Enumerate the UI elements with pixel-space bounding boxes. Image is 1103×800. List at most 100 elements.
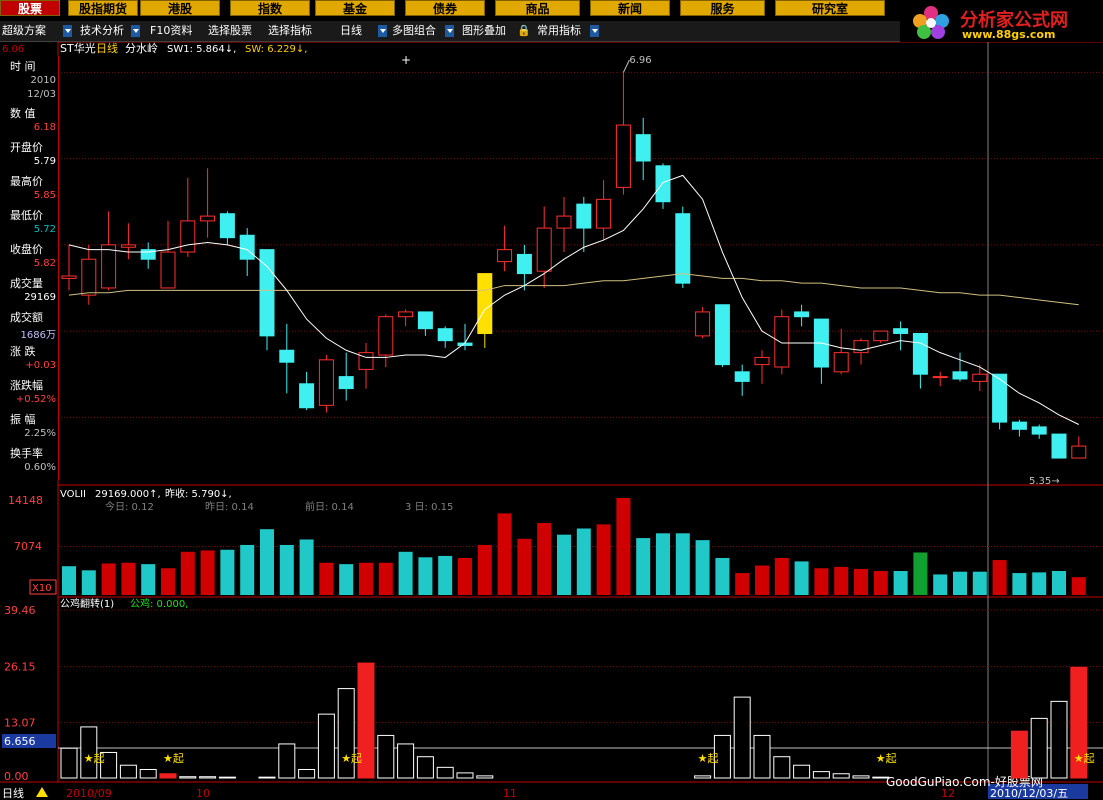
volume-bar[interactable]: [81, 570, 96, 595]
kline-chart-canvas[interactable]: 6.06 ST华光 日线 分水岭 SW1: 5.864↓, SW: 6.229↓,+ 6.9…: [0, 0, 1103, 800]
volume-bar[interactable]: [141, 564, 156, 595]
volume-bar[interactable]: [497, 513, 512, 595]
candle-body[interactable]: [1071, 445, 1087, 459]
candle-body[interactable]: [180, 220, 196, 253]
volume-bar[interactable]: [695, 540, 710, 595]
candle-body[interactable]: [81, 258, 97, 296]
volume-bar[interactable]: [299, 539, 314, 595]
indicator-bar[interactable]: [456, 772, 474, 779]
toolbar-common-indicators[interactable]: 常用指标: [537, 21, 581, 41]
candle-body[interactable]: [932, 376, 948, 379]
candle-body[interactable]: [437, 328, 453, 342]
volume-bar[interactable]: [557, 534, 571, 595]
indicator-bar[interactable]: [317, 713, 335, 779]
volume-bar[interactable]: [715, 557, 730, 595]
volume-bar[interactable]: [537, 523, 552, 595]
volume-bar[interactable]: [319, 562, 334, 595]
candle-body[interactable]: [774, 316, 790, 368]
indicator-bar[interactable]: [1030, 717, 1048, 779]
toolbar-tech-analysis[interactable]: 技术分析: [80, 21, 124, 41]
volume-bar[interactable]: [220, 549, 235, 595]
volume-bar[interactable]: [893, 571, 908, 595]
volume-bar[interactable]: [359, 562, 373, 595]
candle-body[interactable]: [101, 244, 117, 289]
volume-bar[interactable]: [972, 571, 987, 595]
dropdown-arrow-icon[interactable]: [590, 25, 599, 37]
candle-body[interactable]: [833, 352, 849, 373]
volume-bar[interactable]: [339, 564, 354, 595]
candle-body[interactable]: [695, 311, 711, 337]
volume-bar[interactable]: [418, 557, 433, 595]
volume-bar[interactable]: [755, 565, 769, 595]
volume-bar[interactable]: [814, 568, 829, 595]
candle-body[interactable]: [239, 234, 255, 260]
candle-body[interactable]: [912, 332, 928, 375]
top-tab-6[interactable]: 商品: [495, 0, 580, 16]
indicator-bar[interactable]: [812, 771, 830, 779]
volume-bar[interactable]: [62, 566, 76, 595]
indicator-bar[interactable]: [733, 696, 751, 779]
indicator-bar[interactable]: [1010, 730, 1028, 779]
top-tab-5[interactable]: 债券: [405, 0, 485, 16]
indicator-bar[interactable]: [298, 768, 316, 779]
indicator-bar[interactable]: [436, 766, 454, 779]
volume-bar[interactable]: [1052, 571, 1066, 595]
indicator-bar[interactable]: [218, 776, 236, 779]
volume-bar[interactable]: [121, 562, 136, 595]
indicator-bar[interactable]: [278, 743, 296, 779]
volume-bar[interactable]: [794, 561, 809, 595]
candle-body[interactable]: [596, 198, 612, 229]
volume-bar[interactable]: [735, 573, 750, 595]
dropdown-arrow-icon[interactable]: [445, 25, 454, 37]
volume-bar[interactable]: [1012, 573, 1027, 595]
indicator-bar[interactable]: [199, 776, 217, 779]
volume-bar[interactable]: [161, 568, 175, 595]
candle-body[interactable]: [655, 165, 671, 203]
volume-bar[interactable]: [933, 574, 948, 595]
indicator-bar[interactable]: [416, 756, 434, 779]
candle-body[interactable]: [61, 275, 77, 279]
indicator-bar[interactable]: [377, 734, 395, 779]
candle-body[interactable]: [556, 215, 572, 229]
volume-bar[interactable]: [616, 498, 631, 595]
volume-bar[interactable]: [200, 550, 215, 595]
toolbar-select-stock[interactable]: 选择股票: [208, 21, 252, 41]
volume-bar[interactable]: [279, 544, 294, 595]
candle-body[interactable]: [576, 203, 592, 229]
volume-bar[interactable]: [596, 524, 611, 595]
candle-body[interactable]: [299, 383, 315, 409]
toolbar-f10[interactable]: F10资料: [150, 21, 192, 41]
candle-body[interactable]: [497, 249, 513, 263]
volume-bar[interactable]: [101, 563, 116, 595]
indicator-bar[interactable]: [159, 773, 177, 779]
candle-body[interactable]: [120, 244, 136, 248]
candle-body[interactable]: [1011, 421, 1027, 430]
candle-body[interactable]: [318, 359, 334, 406]
dropdown-arrow-icon[interactable]: [378, 25, 387, 37]
top-tab-7[interactable]: 新闻: [590, 0, 670, 16]
toolbar-period[interactable]: 日线: [340, 21, 362, 41]
candle-body[interactable]: [1031, 426, 1047, 435]
indicator-bar[interactable]: [872, 776, 890, 779]
volume-bar[interactable]: [873, 571, 888, 595]
candle-body[interactable]: [417, 311, 433, 330]
candle-body[interactable]: [893, 328, 909, 334]
candle-body[interactable]: [378, 316, 394, 356]
volume-bar[interactable]: [656, 533, 670, 595]
candle-body[interactable]: [516, 253, 532, 275]
indicator-bar[interactable]: [852, 775, 870, 779]
volume-bar[interactable]: [260, 529, 274, 595]
volume-bar[interactable]: [834, 566, 849, 595]
candle-body[interactable]: [338, 376, 354, 390]
candle-body[interactable]: [952, 371, 968, 380]
candle-body[interactable]: [536, 227, 552, 272]
candle-body[interactable]: [992, 373, 1008, 423]
candle-body[interactable]: [160, 251, 176, 289]
lock-icon[interactable]: 🔒: [517, 21, 531, 41]
indicator-bar[interactable]: [694, 775, 712, 779]
volume-bar[interactable]: [438, 555, 453, 595]
volume-bar[interactable]: [378, 562, 393, 595]
dropdown-arrow-icon[interactable]: [63, 25, 72, 37]
volume-bar[interactable]: [240, 544, 255, 595]
volume-bar[interactable]: [675, 533, 690, 595]
